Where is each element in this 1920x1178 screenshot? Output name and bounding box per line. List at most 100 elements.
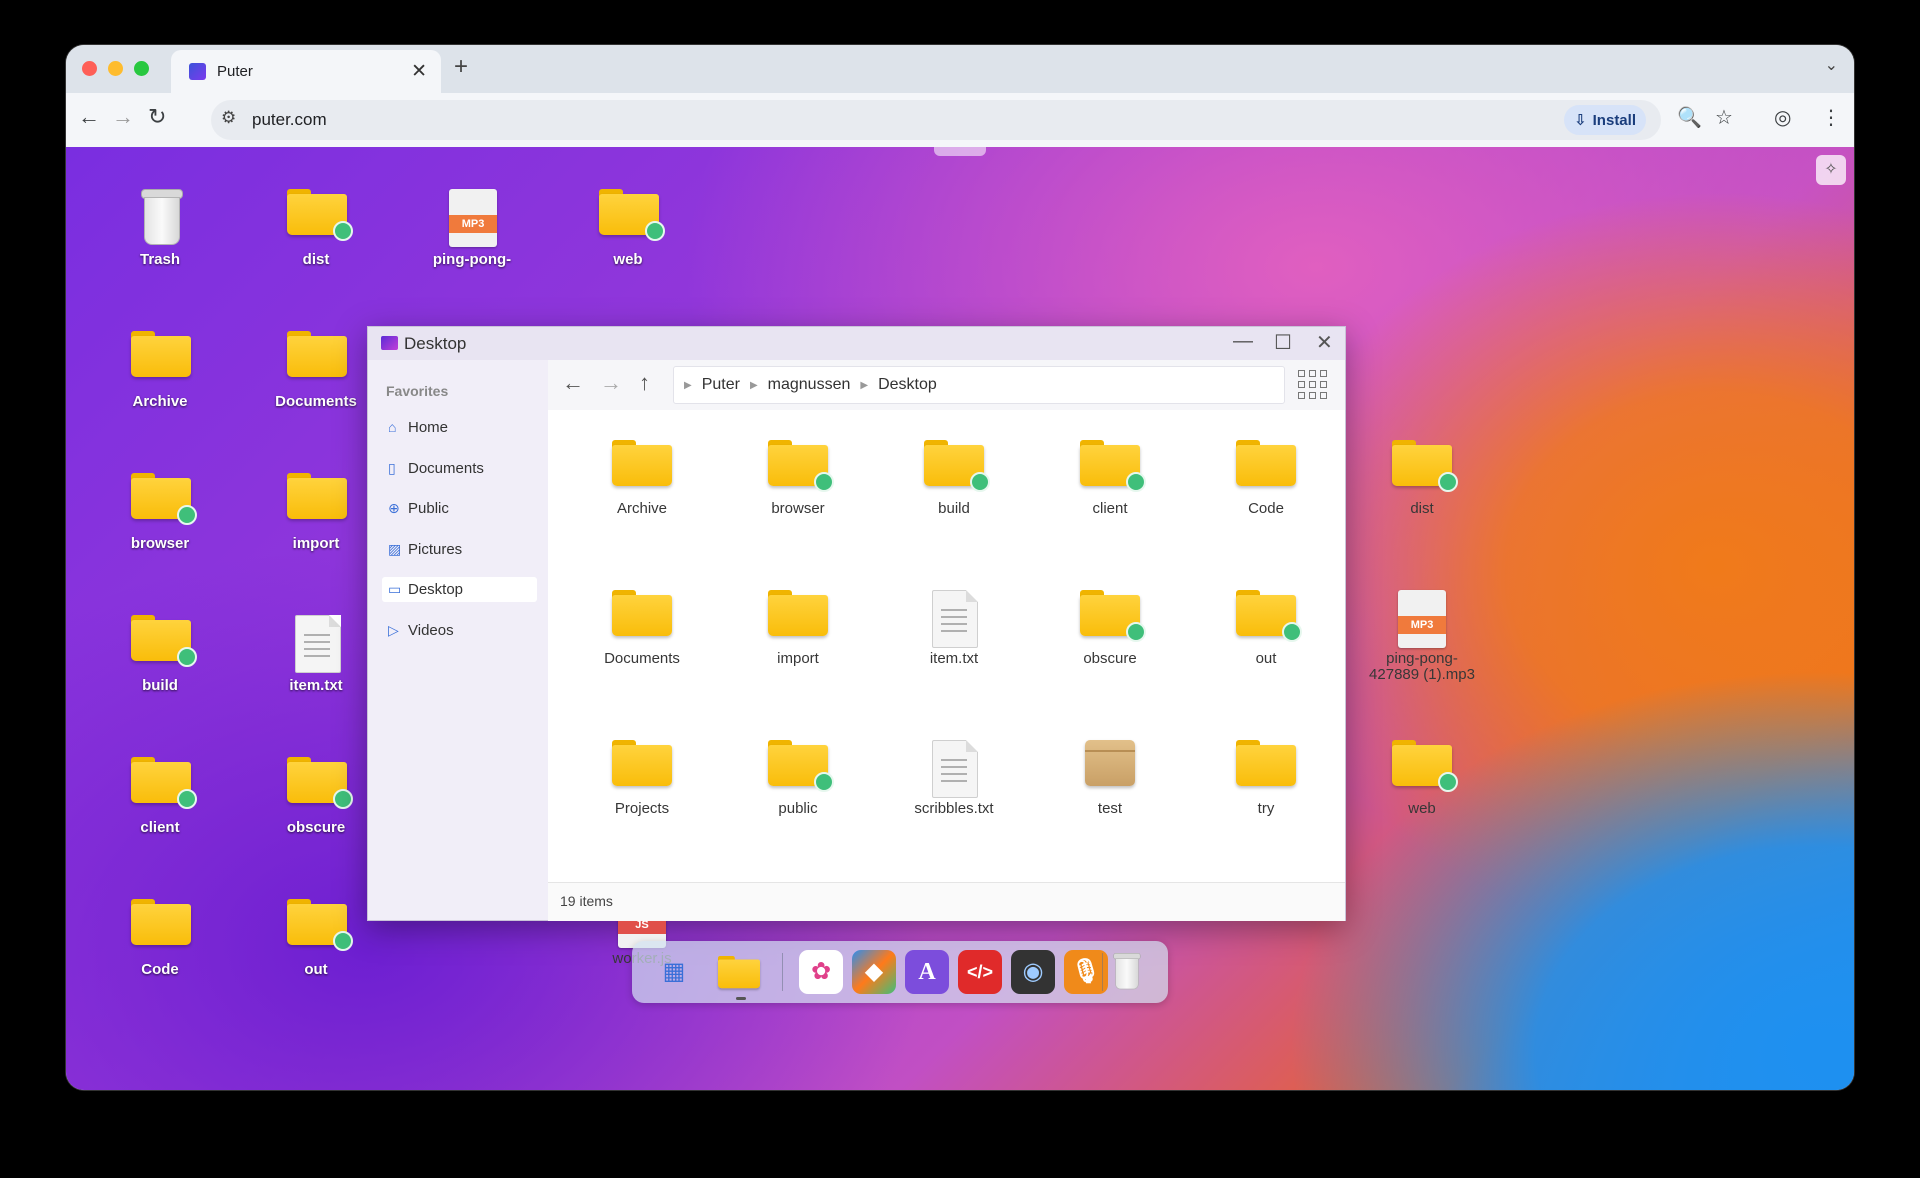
sidebar-item-home[interactable]: ⌂ Home — [382, 415, 537, 440]
url-text[interactable]: puter.com — [252, 110, 327, 130]
shared-badge-icon — [814, 472, 834, 492]
nav-up-button[interactable]: ↑ — [639, 370, 650, 396]
file-item-build[interactable]: build — [890, 422, 1018, 532]
desktop-icon-trash[interactable]: Trash — [95, 169, 225, 279]
file-item-out[interactable]: out — [1202, 572, 1330, 682]
sidebar-item-label: Desktop — [408, 581, 464, 598]
desktop-icon-label: Documents — [275, 393, 357, 410]
install-button[interactable]: ⇩ Install — [1564, 105, 1646, 135]
folder-icon — [131, 473, 197, 525]
dock-app-launcher-icon[interactable]: ▦ — [652, 950, 696, 994]
breadcrumb-item-magnussen[interactable]: magnussen — [768, 376, 851, 394]
sidebar-item-desktop[interactable]: ▭ Desktop — [382, 577, 537, 602]
file-item-archive[interactable]: Archive — [578, 422, 706, 532]
desktop-icon-import[interactable]: import — [251, 453, 381, 563]
file-item-import[interactable]: import — [734, 572, 862, 682]
nav-back-button[interactable]: ← — [562, 370, 584, 396]
file-item-test[interactable]: test — [1046, 722, 1174, 832]
sidebar-item-documents[interactable]: ▯ Documents — [382, 456, 537, 481]
sidebar-item-pictures[interactable]: ▨ Pictures — [382, 537, 537, 562]
folder-icon — [768, 440, 834, 492]
file-item-obscure[interactable]: obscure — [1046, 572, 1174, 682]
file-item-label: out — [1255, 650, 1277, 667]
new-tab-button[interactable]: + — [454, 53, 468, 81]
shared-badge-icon — [645, 221, 665, 241]
sidebar-item-videos[interactable]: ▷ Videos — [382, 618, 537, 643]
desktop-icon-obscure[interactable]: obscure — [251, 737, 381, 847]
close-icon[interactable]: ✕ — [1316, 330, 1333, 355]
file-item-dist[interactable]: dist — [1358, 422, 1486, 532]
file-item-client[interactable]: client — [1046, 422, 1174, 532]
breadcrumb-item-puter[interactable]: Puter — [702, 376, 740, 394]
tab-search-button[interactable]: ⌄ — [1825, 55, 1838, 75]
shared-badge-icon — [1126, 622, 1146, 642]
desktop-icon-browser[interactable]: browser — [95, 453, 225, 563]
file-item-documents[interactable]: Documents — [578, 572, 706, 682]
bookmark-star-icon[interactable]: ☆ — [1715, 105, 1733, 130]
folder-icon — [131, 615, 197, 667]
dock-paint-icon[interactable]: ◆ — [852, 950, 896, 994]
sidebar-item-label: Pictures — [408, 540, 463, 558]
profile-icon[interactable]: ◎ — [1774, 105, 1791, 130]
desktop-icon-label: client — [140, 819, 180, 836]
folder-icon — [599, 189, 665, 241]
file-item-try[interactable]: try — [1202, 722, 1330, 832]
minimize-icon[interactable]: — — [1233, 330, 1253, 353]
breadcrumb-item-desktop[interactable]: Desktop — [878, 376, 937, 394]
file-item-item-txt[interactable]: item.txt — [890, 572, 1018, 682]
dock-editor-icon[interactable]: A — [905, 950, 949, 994]
toolbar-pull-handle[interactable] — [934, 147, 986, 156]
site-info-icon[interactable]: ⚙ — [221, 108, 236, 128]
folder-icon — [768, 590, 828, 636]
folder-icon — [612, 590, 672, 636]
shared-badge-icon — [177, 505, 197, 525]
forward-button[interactable]: → — [112, 104, 134, 130]
dock-dev-center-icon[interactable]: </> — [958, 950, 1002, 994]
tab-close-icon[interactable]: ✕ — [411, 60, 427, 83]
install-icon: ⇩ — [1574, 112, 1587, 129]
browser-tab[interactable]: Puter ✕ — [171, 50, 441, 93]
zoom-icon[interactable]: 🔍 — [1677, 105, 1702, 130]
close-window-button[interactable] — [82, 61, 97, 76]
desktop-icon-archive[interactable]: Archive — [95, 311, 225, 421]
desktop-icon-build[interactable]: build — [95, 595, 225, 705]
sidebar-item-label: Home — [408, 419, 449, 436]
window-titlebar[interactable]: Desktop — ☐ ✕ — [368, 327, 1345, 361]
desktop-icon-dist[interactable]: dist — [251, 169, 381, 279]
shared-badge-icon — [333, 931, 353, 951]
widget-sparkle-icon[interactable]: ✧ — [1816, 155, 1846, 185]
maximize-icon[interactable]: ☐ — [1274, 330, 1292, 355]
reload-button[interactable]: ↻ — [148, 104, 166, 130]
dock-files-icon[interactable] — [717, 950, 761, 994]
nav-forward-button[interactable]: → — [600, 370, 622, 396]
taskbar-dock: ▦ ✿ ◆ A </> ◉ 🎙 — [632, 941, 1168, 1003]
window-title: Desktop — [404, 334, 467, 353]
dock-app-center-icon[interactable]: ✿ — [799, 950, 843, 994]
desktop-icon-label: Trash — [139, 251, 181, 268]
file-item-code[interactable]: Code — [1202, 422, 1330, 532]
file-item-ping-pong-427889-1-mp3[interactable]: MP3 ping-pong-427889 (1).mp3 — [1358, 572, 1486, 683]
desktop-icon-ping-pong[interactable]: MP3 ping-pong- — [407, 169, 537, 279]
zoom-window-button[interactable] — [134, 61, 149, 76]
dock-trash-icon[interactable] — [1112, 950, 1156, 994]
file-item-browser[interactable]: browser — [734, 422, 862, 532]
sidebar-item-public[interactable]: ⊕ Public — [382, 496, 537, 521]
browser-menu-icon[interactable]: ⋮ — [1821, 105, 1841, 130]
desktop-icon-out[interactable]: out — [251, 879, 381, 989]
desktop-icon-label: obscure — [286, 819, 346, 836]
address-bar[interactable]: ⚙ puter.com ⇩ Install — [211, 100, 1661, 140]
desktop-icon-documents[interactable]: Documents — [251, 311, 381, 421]
desktop-icon-client[interactable]: client — [95, 737, 225, 847]
desktop-icon-code[interactable]: Code — [95, 879, 225, 989]
desktop-icon-web[interactable]: web — [563, 169, 693, 279]
back-button[interactable]: ← — [78, 104, 100, 130]
file-item-projects[interactable]: Projects — [578, 722, 706, 832]
file-item-web[interactable]: web — [1358, 722, 1486, 832]
breadcrumb-separator-icon: ▶ — [684, 379, 692, 391]
file-item-scribbles-txt[interactable]: scribbles.txt — [890, 722, 1018, 832]
minimize-window-button[interactable] — [108, 61, 123, 76]
shared-badge-icon — [333, 789, 353, 809]
dock-camera-icon[interactable]: ◉ — [1011, 950, 1055, 994]
file-item-public[interactable]: public — [734, 722, 862, 832]
desktop-icon-item-txt[interactable]: item.txt — [251, 595, 381, 705]
